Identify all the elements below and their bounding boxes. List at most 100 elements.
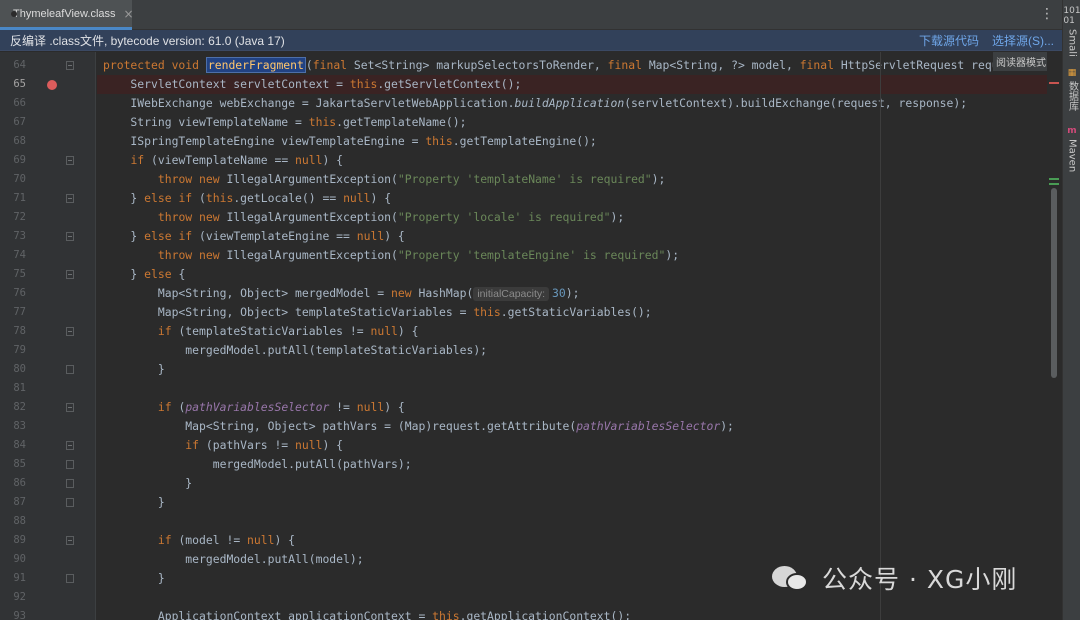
line-number[interactable]: 75: [0, 268, 26, 280]
code-line[interactable]: Map<String, Object> mergedModel = new Ha…: [97, 284, 1047, 303]
tab-label: ThymeleafView.class: [13, 7, 116, 20]
line-number[interactable]: 87: [0, 496, 26, 508]
tool-database-label: 数据库: [1066, 81, 1078, 111]
fold-marker-icon[interactable]: [66, 574, 74, 583]
line-number[interactable]: 92: [0, 591, 26, 603]
code-line[interactable]: String viewTemplateName = this.getTempla…: [97, 113, 1047, 132]
line-number[interactable]: 76: [0, 287, 26, 299]
fold-marker-icon[interactable]: [66, 156, 74, 165]
line-number[interactable]: 77: [0, 306, 26, 318]
fold-marker-icon[interactable]: [66, 536, 74, 545]
code-line[interactable]: } else if (this.getLocale() == null) {: [97, 189, 1047, 208]
line-number[interactable]: 66: [0, 97, 26, 109]
line-number[interactable]: 67: [0, 116, 26, 128]
code-line[interactable]: } else {: [97, 265, 1047, 284]
editor-tab-bar: ThymeleafView.class × ⋮: [0, 0, 1062, 30]
fold-marker-icon[interactable]: [66, 194, 74, 203]
line-number[interactable]: 83: [0, 420, 26, 432]
fold-marker-icon[interactable]: [66, 479, 74, 488]
line-number[interactable]: 78: [0, 325, 26, 337]
fold-marker-icon[interactable]: [66, 61, 74, 70]
breakpoint-icon[interactable]: [47, 80, 57, 90]
fold-marker-icon[interactable]: [66, 441, 74, 450]
code-line[interactable]: mergedModel.putAll(pathVars);: [97, 455, 1047, 474]
line-number[interactable]: 93: [0, 610, 26, 620]
right-tool-strip: 101 01 Smali ▦ 数据库 m Maven: [1062, 0, 1080, 620]
line-number[interactable]: 72: [0, 211, 26, 223]
code-line[interactable]: ApplicationContext applicationContext = …: [97, 607, 1047, 620]
line-number[interactable]: 82: [0, 401, 26, 413]
code-line[interactable]: Map<String, Object> pathVars = (Map)requ…: [97, 417, 1047, 436]
line-number[interactable]: 69: [0, 154, 26, 166]
tool-maven[interactable]: m Maven: [1064, 126, 1080, 172]
code-line[interactable]: [97, 512, 1047, 531]
code-line[interactable]: IWebExchange webExchange = JakartaServle…: [97, 94, 1047, 113]
code-line[interactable]: }: [97, 474, 1047, 493]
reader-mode-button[interactable]: 阅读器模式: [993, 52, 1049, 71]
line-number[interactable]: 80: [0, 363, 26, 375]
code-line[interactable]: if (templateStaticVariables != null) {: [97, 322, 1047, 341]
database-icon: ▦: [1067, 68, 1077, 78]
fold-marker-icon[interactable]: [66, 498, 74, 507]
code-line[interactable]: ISpringTemplateEngine viewTemplateEngine…: [97, 132, 1047, 151]
change-marker: [1049, 178, 1059, 180]
line-number[interactable]: 79: [0, 344, 26, 356]
code-line[interactable]: }: [97, 360, 1047, 379]
tool-database[interactable]: ▦ 数据库: [1064, 68, 1080, 111]
code-line[interactable]: throw new IllegalArgumentException("Prop…: [97, 246, 1047, 265]
code-line[interactable]: } else if (viewTemplateEngine == null) {: [97, 227, 1047, 246]
code-line[interactable]: ServletContext servletContext = this.get…: [97, 75, 1047, 94]
decompiled-banner: 反编译 .class文件, bytecode version: 61.0 (Ja…: [0, 30, 1062, 51]
line-number[interactable]: 74: [0, 249, 26, 261]
change-marker: [1049, 183, 1059, 185]
fold-marker-icon[interactable]: [66, 403, 74, 412]
code-editor[interactable]: protected void renderFragment (final Set<…: [97, 52, 1047, 620]
code-line[interactable]: if (pathVariablesSelector != null) {: [97, 398, 1047, 417]
vertical-dots-icon[interactable]: ⋮: [1040, 7, 1054, 21]
fold-marker-icon[interactable]: [66, 460, 74, 469]
line-number[interactable]: 68: [0, 135, 26, 147]
code-line[interactable]: if (viewTemplateName == null) {: [97, 151, 1047, 170]
line-number[interactable]: 73: [0, 230, 26, 242]
download-source-link[interactable]: 下载源代码: [919, 32, 979, 49]
line-number-gutter[interactable]: 64 65 66 67 68 69 70 71 72 73 74 75 76 77 78 79 80 81 82 83…: [0, 52, 96, 620]
tab-thymeleafview-class[interactable]: ThymeleafView.class ×: [0, 0, 134, 30]
error-marker: [1049, 82, 1059, 84]
line-number[interactable]: 64: [0, 59, 26, 71]
binary-icon: 101 01: [1063, 6, 1080, 26]
fold-marker-icon[interactable]: [66, 365, 74, 374]
line-number[interactable]: 90: [0, 553, 26, 565]
tool-smali-label: Smali: [1066, 29, 1078, 57]
tool-smali[interactable]: 101 01 Smali: [1063, 6, 1080, 57]
editor-scrollbar[interactable]: [1047, 52, 1062, 620]
fold-marker-icon[interactable]: [66, 270, 74, 279]
code-line[interactable]: if (pathVars != null) {: [97, 436, 1047, 455]
code-line[interactable]: if (model != null) {: [97, 531, 1047, 550]
code-line[interactable]: protected void renderFragment (final Set<…: [97, 56, 1047, 75]
line-number[interactable]: 89: [0, 534, 26, 546]
line-number[interactable]: 71: [0, 192, 26, 204]
line-number[interactable]: 81: [0, 382, 26, 394]
scroll-thumb[interactable]: [1051, 188, 1057, 378]
line-number[interactable]: 65: [0, 78, 26, 90]
wechat-watermark: 公众号 · XG小刚: [770, 560, 1017, 596]
choose-source-link[interactable]: 选择源(S)...: [992, 32, 1054, 49]
close-icon[interactable]: ×: [124, 7, 134, 21]
code-line[interactable]: throw new IllegalArgumentException("Prop…: [97, 170, 1047, 189]
line-number[interactable]: 91: [0, 572, 26, 584]
code-line[interactable]: mergedModel.putAll(templateStaticVariabl…: [97, 341, 1047, 360]
code-line[interactable]: throw new IllegalArgumentException("Prop…: [97, 208, 1047, 227]
line-number[interactable]: 84: [0, 439, 26, 451]
code-line[interactable]: Map<String, Object> templateStaticVariab…: [97, 303, 1047, 322]
line-number[interactable]: 88: [0, 515, 26, 527]
fold-marker-icon[interactable]: [66, 232, 74, 241]
tool-maven-label: Maven: [1066, 139, 1078, 173]
code-line[interactable]: [97, 379, 1047, 398]
code-line[interactable]: }: [97, 493, 1047, 512]
watermark-text: 公众号 · XG小刚: [822, 565, 1018, 594]
line-number[interactable]: 86: [0, 477, 26, 489]
maven-icon: m: [1067, 126, 1077, 136]
line-number[interactable]: 70: [0, 173, 26, 185]
fold-marker-icon[interactable]: [66, 327, 74, 336]
line-number[interactable]: 85: [0, 458, 26, 470]
